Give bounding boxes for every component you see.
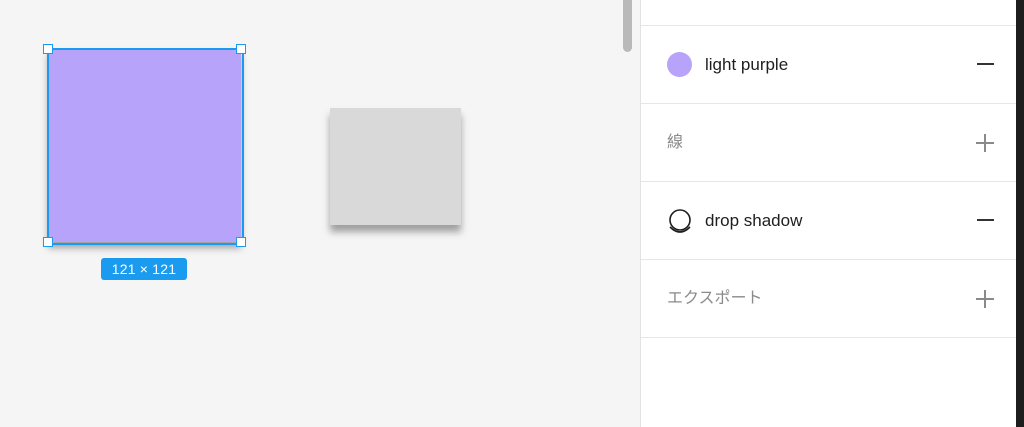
- design-canvas[interactable]: 121 × 121: [0, 0, 640, 427]
- export-row: エクスポート: [641, 260, 1017, 338]
- properties-panel: light purple 線 drop shadow エクスポート: [640, 0, 1017, 427]
- stroke-row: 線: [641, 104, 1017, 182]
- resize-handle-top-left[interactable]: [43, 44, 53, 54]
- resize-handle-bottom-left[interactable]: [43, 237, 53, 247]
- effect-row[interactable]: drop shadow: [641, 182, 1017, 260]
- fill-row[interactable]: light purple: [641, 26, 1017, 104]
- drop-shadow-icon[interactable]: [667, 208, 693, 236]
- canvas-scrollbar[interactable]: [623, 0, 632, 52]
- effect-name[interactable]: drop shadow: [705, 182, 802, 260]
- export-section-label: エクスポート: [667, 290, 763, 307]
- window-edge: [1016, 0, 1024, 427]
- gray-rectangle[interactable]: [330, 108, 461, 225]
- selection-frame: [47, 48, 244, 245]
- dimension-badge: 121 × 121: [101, 258, 187, 280]
- resize-handle-top-right[interactable]: [236, 44, 246, 54]
- resize-handle-bottom-right[interactable]: [236, 237, 246, 247]
- panel-top-section: [641, 0, 1017, 26]
- stroke-section-label: 線: [667, 134, 684, 151]
- minus-icon[interactable]: [977, 219, 994, 221]
- fill-color-swatch[interactable]: [667, 52, 692, 77]
- plus-icon[interactable]: [976, 134, 994, 152]
- minus-icon[interactable]: [977, 63, 994, 65]
- plus-icon[interactable]: [976, 290, 994, 308]
- fill-name[interactable]: light purple: [705, 26, 788, 104]
